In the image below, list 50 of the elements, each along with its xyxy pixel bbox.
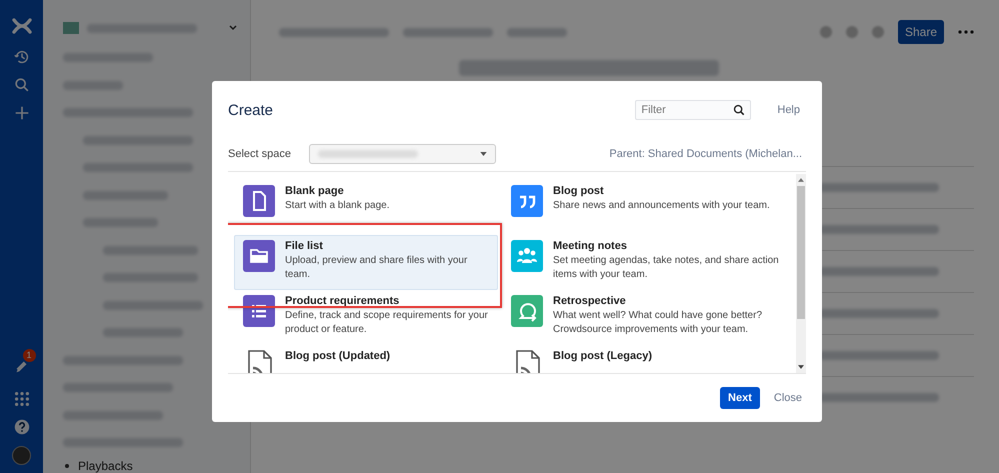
template-item[interactable]: Meeting notes Set meeting agendas, take notes, and share action items with your team. — [502, 235, 792, 290]
template-description: Share news and announcements with your team. — [553, 199, 770, 213]
template-item[interactable]: Product requirements Define, track and scope requirements for your product or feature. — [234, 290, 498, 345]
close-link[interactable]: Close — [774, 392, 802, 404]
template-name: File list — [285, 240, 324, 252]
dialog-title: Create — [228, 102, 274, 118]
template-name: Blog post — [553, 185, 605, 197]
template-name: Blog post (Legacy) — [553, 350, 652, 362]
search-icon — [733, 104, 746, 116]
space-logo-icon — [63, 22, 79, 34]
more-icon[interactable] — [958, 30, 974, 34]
template-name: Product requirements — [285, 295, 400, 307]
next-button[interactable]: Next — [720, 387, 760, 409]
help-icon[interactable] — [12, 418, 30, 436]
template-description: Define, track and scope requirements for your product or feature. — [285, 309, 489, 337]
scrollbar-thumb[interactable] — [797, 186, 805, 319]
scrollbar[interactable] — [796, 174, 806, 373]
avatar[interactable] — [12, 446, 31, 465]
bullet-icon — [65, 464, 69, 468]
template-item[interactable]: Retrospective What went well? What could have gone better? Crowdsource improvements with your team. — [502, 290, 792, 345]
plus-icon[interactable] — [12, 104, 30, 122]
scroll-up-icon[interactable] — [798, 178, 804, 182]
blurred-text — [507, 28, 567, 36]
template-item[interactable]: File list Upload, preview and share files with your team. — [234, 235, 498, 290]
notification-badge: 1 — [22, 349, 36, 362]
logo-icon[interactable] — [12, 16, 32, 36]
filter-field[interactable]: Filter — [635, 100, 752, 120]
template-description: What went well? What could have gone better? Crowdsource improvements with your team. — [553, 309, 764, 337]
template-description: Set meeting agendas, take notes, and share action items with your team. — [553, 254, 780, 282]
caret-icon — [480, 152, 487, 156]
template-description: Upload, preview and share files with your team. — [285, 254, 468, 282]
chevron-down-icon[interactable] — [228, 23, 238, 33]
app-grid-icon[interactable] — [12, 390, 30, 408]
template-name: Blog post (Updated) — [285, 350, 390, 362]
parent-label: Parent: Shared Documents (Michelan... — [609, 148, 802, 160]
template-name: Meeting notes — [553, 240, 628, 252]
template-description: Start with a blank page. — [285, 199, 390, 213]
sidebar-item[interactable]: Playbacks — [78, 459, 133, 473]
template-item[interactable]: Blog post (Updated) — [234, 345, 498, 373]
template-item[interactable]: Blog post (Legacy) — [502, 345, 792, 373]
history-icon[interactable] — [12, 48, 30, 66]
scroll-down-icon[interactable] — [798, 365, 804, 369]
template-name: Blank page — [285, 185, 345, 197]
help-link[interactable]: Help — [777, 104, 800, 116]
template-name: Retrospective — [553, 295, 627, 307]
select-space-label: Select space — [228, 148, 291, 160]
template-item[interactable]: Blank page Start with a blank page. — [234, 180, 498, 235]
share-button[interactable]: Share — [898, 20, 944, 44]
template-item[interactable]: Blog post Share news and announcements with your team. — [502, 180, 792, 235]
search-icon[interactable] — [12, 76, 30, 94]
